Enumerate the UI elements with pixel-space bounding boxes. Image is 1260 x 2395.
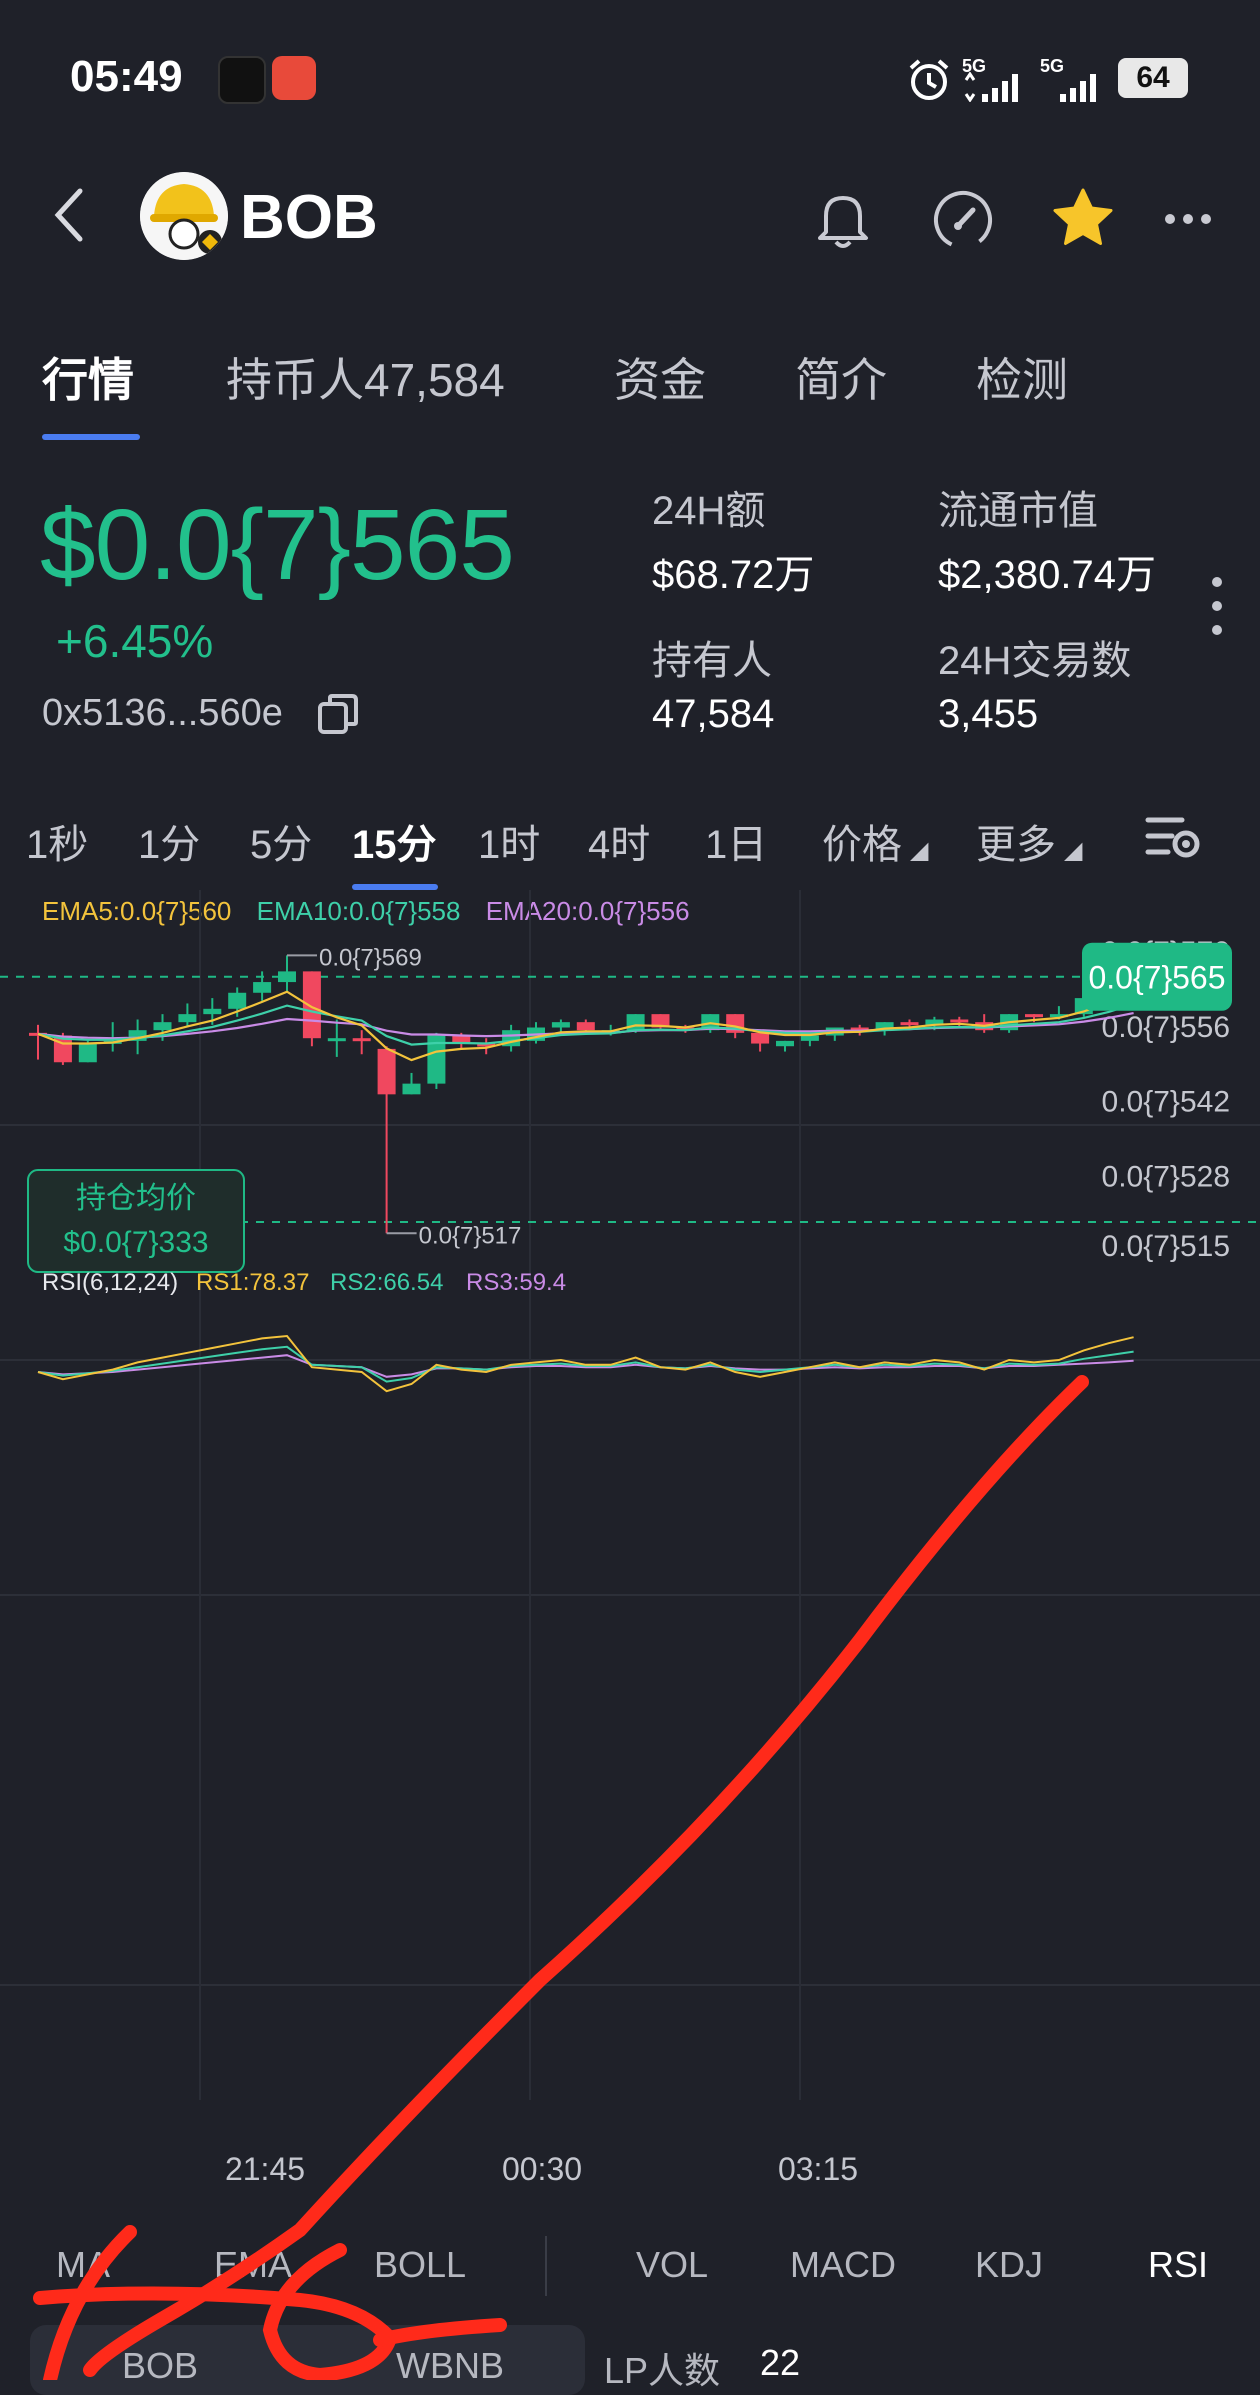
avg-cost-value: $0.0{7}333 [63,1226,208,1259]
current-price-tag: 0.0{7}565 [1088,960,1225,996]
tab-active-underline [42,434,140,440]
stat-value-volume: $68.72万 [652,553,815,597]
signal-icon-2 [1060,74,1096,102]
stat-value-holders: 47,584 [652,692,775,736]
candle-body [576,1022,595,1031]
candle-body [950,1019,969,1023]
x-tick-label: 21:45 [225,2151,305,2187]
candle-body [78,1043,97,1063]
status-bar: 05:49 5G 5G 64 [0,0,1260,150]
interval-15m[interactable]: 15分 [352,812,437,870]
low-price-label: 0.0{7}517 [419,1222,522,1249]
candle-body [751,1032,770,1044]
avg-cost-label: 持仓均价 [76,1182,196,1215]
tab-funds[interactable]: 资金 [614,344,706,410]
dropdown-arrow-icon: ◢ [910,837,929,864]
price-change: +6.45% [56,615,214,667]
more-horizontal-icon[interactable] [1160,184,1230,254]
interval-price-label: 价格 [822,823,902,867]
candle-body [402,1083,421,1095]
interval-price[interactable]: 价格 ◢ [822,812,928,870]
candle-body [178,1014,197,1023]
current-price: $0.0{7}565 [40,489,515,601]
stat-value-marketcap: $2,380.74万 [938,553,1156,597]
candle-body [900,1022,919,1026]
stat-value-tx: 3,455 [938,692,1039,736]
interval-4h[interactable]: 4时 [588,812,650,870]
candle-body [153,1022,172,1031]
y-tick-label: 0.0{7}542 [1102,1086,1230,1119]
stat-label-marketcap: 流通市值 [938,489,1098,533]
star-icon[interactable] [1048,184,1118,254]
pair-selector[interactable]: BOB WBNB [30,2325,585,2395]
token-logo-icon [140,172,228,260]
gauge-icon[interactable] [928,184,998,254]
pair-right-token[interactable]: WBNB [396,2345,504,2387]
interval-more[interactable]: 更多 ◢ [976,812,1082,870]
candle-body [1025,1014,1043,1018]
interval-1m[interactable]: 1分 [138,812,200,870]
candle-body [302,971,321,1039]
interval-more-label: 更多 [976,823,1056,867]
interval-1d[interactable]: 1日 [705,812,767,870]
signal-icon-1 [964,72,1018,102]
interval-5m[interactable]: 5分 [250,812,312,870]
rsi-rs1-label: RS1:78.37 [196,1269,309,1296]
stat-label-holders: 持有人 [652,639,772,683]
y-tick-label: 0.0{7}528 [1102,1161,1230,1194]
candle-body [352,1038,371,1042]
dropdown-arrow-icon: ◢ [1064,837,1083,864]
alarm-icon [909,59,949,100]
more-vertical-icon[interactable] [1210,576,1224,636]
tab-market[interactable]: 行情 [42,344,134,410]
lp-count-value: 22 [760,2342,801,2383]
indicator-macd[interactable]: MACD [790,2244,896,2286]
candle-body [228,992,247,1009]
indicator-separator [545,2236,547,2296]
chart-settings-icon[interactable] [1142,806,1204,866]
candle-body [776,1040,794,1047]
high-price-label: 0.0{7}569 [319,944,422,971]
music-app-icon [218,56,266,104]
candlestick-chart[interactable]: 0.0{7}5700.0{7}5560.0{7}5420.0{7}5280.0{… [0,890,1260,2190]
lp-count-label: LP人数 [604,2350,721,2391]
y-tick-label: 0.0{7}515 [1102,1230,1230,1263]
tab-intro[interactable]: 简介 [795,344,887,410]
candle-body [253,982,272,993]
indicator-ma[interactable]: MA [56,2244,110,2286]
interval-1h[interactable]: 1时 [478,812,540,870]
pair-left-token[interactable]: BOB [122,2345,198,2387]
copy-icon[interactable] [316,692,360,736]
token-avatar [140,172,228,260]
indicator-vol[interactable]: VOL [636,2244,708,2286]
battery-indicator: 64 [1118,58,1188,98]
candle-body [203,1008,222,1015]
interval-1s[interactable]: 1秒 [26,812,88,870]
bell-icon[interactable] [808,184,878,254]
stat-label-volume: 24H额 [652,489,766,533]
contract-address: 0x5136...560e [42,692,283,734]
candle-body [800,1035,819,1041]
indicator-kdj[interactable]: KDJ [975,2244,1043,2286]
x-tick-label: 03:15 [778,2151,858,2187]
rsi-rs2-label: RS2:66.54 [330,1269,443,1296]
candle-body [551,1022,570,1028]
video-app-icon [272,56,316,100]
candle-body [278,971,296,983]
indicator-boll[interactable]: BOLL [374,2244,466,2286]
candle-body [377,1048,396,1095]
candle-body [327,1038,346,1042]
indicator-ema[interactable]: EMA [214,2244,292,2286]
x-tick-label: 00:30 [502,2151,582,2187]
rsi-name: RSI(6,12,24) [42,1269,178,1296]
indicator-rsi[interactable]: RSI [1148,2244,1208,2286]
back-arrow-icon[interactable] [50,185,90,245]
rsi-rs3-label: RS3:59.4 [466,1269,566,1296]
stat-label-tx: 24H交易数 [938,639,1132,683]
status-time: 05:49 [70,52,183,101]
tab-audit[interactable]: 检测 [976,344,1068,410]
token-name: BOB [240,183,378,252]
tab-holders[interactable]: 持币人47,584 [226,344,505,410]
